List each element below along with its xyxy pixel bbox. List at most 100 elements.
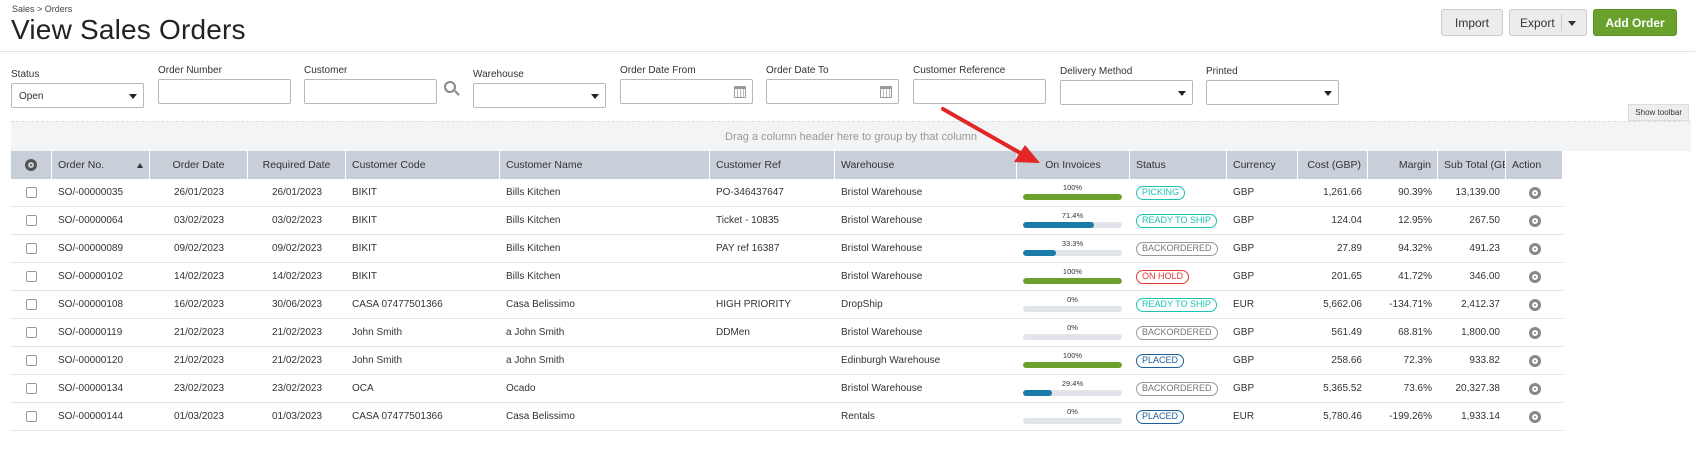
order-number-link[interactable]: SO/-00000035 (52, 179, 150, 206)
table-row[interactable]: SO/-00000035 26/01/2023 26/01/2023 BIKIT Bil… (11, 179, 1563, 207)
customer-input[interactable] (304, 79, 437, 104)
gear-icon[interactable] (1528, 270, 1541, 283)
currency: GBP (1233, 383, 1255, 394)
customer-name-link[interactable]: Casa Belissimo (500, 291, 710, 318)
calendar-icon[interactable] (880, 86, 892, 98)
calendar-icon[interactable] (734, 86, 746, 98)
gear-icon[interactable] (1528, 242, 1541, 255)
status-select[interactable]: Open (11, 83, 144, 108)
table-row[interactable]: SO/-00000064 03/02/2023 03/02/2023 BIKIT Bil… (11, 207, 1563, 235)
table-row[interactable]: SO/-00000108 16/02/2023 30/06/2023 CASA 074… (11, 291, 1563, 319)
order-number-link[interactable]: SO/-00000064 (52, 207, 150, 234)
gear-icon[interactable] (1528, 354, 1541, 367)
customer-name-link[interactable]: Bills Kitchen (500, 207, 710, 234)
gear-icon[interactable] (25, 159, 37, 171)
customer-name-link[interactable]: Bills Kitchen (500, 179, 710, 206)
customer-code-link[interactable]: BIKIT (346, 235, 500, 262)
search-icon[interactable] (444, 81, 456, 93)
row-checkbox[interactable] (26, 187, 37, 198)
import-button[interactable]: Import (1441, 9, 1503, 36)
col-warehouse[interactable]: Warehouse (835, 151, 1017, 179)
printed-select[interactable] (1206, 80, 1339, 105)
show-toolbar-button[interactable]: Show toolbar (1628, 104, 1689, 121)
gear-icon[interactable] (1528, 410, 1541, 423)
order-number-link[interactable]: SO/-00000134 (52, 375, 150, 402)
customer-code-link[interactable]: CASA 07477501366 (346, 403, 500, 430)
gear-icon[interactable] (1528, 382, 1541, 395)
row-checkbox[interactable] (26, 243, 37, 254)
warehouse-select[interactable] (473, 83, 606, 108)
row-select[interactable] (11, 319, 52, 346)
filter-warehouse: Warehouse (473, 69, 606, 108)
table-row[interactable]: SO/-00000134 23/02/2023 23/02/2023 OCA Ocado… (11, 375, 1563, 403)
group-by-bar[interactable]: Drag a column header here to group by th… (11, 121, 1691, 151)
gear-icon[interactable] (1528, 298, 1541, 311)
col-margin[interactable]: Margin (1368, 151, 1438, 179)
delivery-method-select[interactable] (1060, 80, 1193, 105)
col-order-date[interactable]: Order Date (150, 151, 248, 179)
row-checkbox[interactable] (26, 411, 37, 422)
customer-reference-input[interactable] (913, 79, 1046, 104)
customer-name-link[interactable]: Ocado (500, 375, 710, 402)
customer-name-link[interactable]: a John Smith (500, 347, 710, 374)
col-subtotal[interactable]: Sub Total (GB (1438, 151, 1506, 179)
customer-code-link[interactable]: CASA 07477501366 (346, 291, 500, 318)
customer-name-link[interactable]: Bills Kitchen (500, 263, 710, 290)
customer-code-link[interactable]: John Smith (346, 347, 500, 374)
row-select[interactable] (11, 347, 52, 374)
order-number-link[interactable]: SO/-00000144 (52, 403, 150, 430)
customer-code-link[interactable]: OCA (346, 375, 500, 402)
row-checkbox[interactable] (26, 271, 37, 282)
customer-code-link[interactable]: BIKIT (346, 263, 500, 290)
row-checkbox[interactable] (26, 327, 37, 338)
row-checkbox[interactable] (26, 215, 37, 226)
row-select[interactable] (11, 263, 52, 290)
col-on-invoices[interactable]: On Invoices (1017, 151, 1130, 179)
margin: 94.32% (1398, 243, 1432, 254)
order-number-link[interactable]: SO/-00000108 (52, 291, 150, 318)
row-select[interactable] (11, 375, 52, 402)
order-number-link[interactable]: SO/-00000120 (52, 347, 150, 374)
customer-name-link[interactable]: Bills Kitchen (500, 235, 710, 262)
row-checkbox[interactable] (26, 355, 37, 366)
col-required-date[interactable]: Required Date (248, 151, 346, 179)
row-select[interactable] (11, 403, 52, 430)
col-status[interactable]: Status (1130, 151, 1227, 179)
table-row[interactable]: SO/-00000102 14/02/2023 14/02/2023 BIKIT Bil… (11, 263, 1563, 291)
row-checkbox[interactable] (26, 299, 37, 310)
order-number-link[interactable]: SO/-00000089 (52, 235, 150, 262)
row-select[interactable] (11, 291, 52, 318)
export-button[interactable]: Export (1509, 9, 1587, 36)
col-currency[interactable]: Currency (1227, 151, 1298, 179)
customer-code-link[interactable]: BIKIT (346, 207, 500, 234)
col-order-no[interactable]: Order No. (52, 151, 150, 179)
date-from-input[interactable] (620, 79, 753, 104)
breadcrumb[interactable]: Sales > Orders (12, 4, 72, 14)
customer-code-link[interactable]: John Smith (346, 319, 500, 346)
gear-icon[interactable] (1528, 186, 1541, 199)
col-cost[interactable]: Cost (GBP) (1298, 151, 1368, 179)
order-number-input[interactable] (158, 79, 291, 104)
gear-icon[interactable] (1528, 214, 1541, 227)
table-row[interactable]: SO/-00000144 01/03/2023 01/03/2023 CASA 074… (11, 403, 1563, 431)
col-customer-name[interactable]: Customer Name (500, 151, 710, 179)
gear-icon[interactable] (1528, 326, 1541, 339)
order-number-link[interactable]: SO/-00000102 (52, 263, 150, 290)
customer-name-link[interactable]: a John Smith (500, 319, 710, 346)
row-select[interactable] (11, 207, 52, 234)
row-select[interactable] (11, 179, 52, 206)
row-select[interactable] (11, 235, 52, 262)
date-to-input[interactable] (766, 79, 899, 104)
col-customer-code[interactable]: Customer Code (346, 151, 500, 179)
customer-name-link[interactable]: Casa Belissimo (500, 403, 710, 430)
column-settings[interactable] (11, 151, 52, 179)
col-customer-ref[interactable]: Customer Ref (710, 151, 835, 179)
customer-code-link[interactable]: BIKIT (346, 179, 500, 206)
table-row[interactable]: SO/-00000119 21/02/2023 21/02/2023 John Smi… (11, 319, 1563, 347)
table-row[interactable]: SO/-00000089 09/02/2023 09/02/2023 BIKIT Bil… (11, 235, 1563, 263)
order-number-link[interactable]: SO/-00000119 (52, 319, 150, 346)
row-checkbox[interactable] (26, 383, 37, 394)
add-order-button[interactable]: Add Order (1593, 9, 1677, 36)
chevron-down-icon[interactable] (1568, 21, 1576, 26)
table-row[interactable]: SO/-00000120 21/02/2023 21/02/2023 John Smi… (11, 347, 1563, 375)
